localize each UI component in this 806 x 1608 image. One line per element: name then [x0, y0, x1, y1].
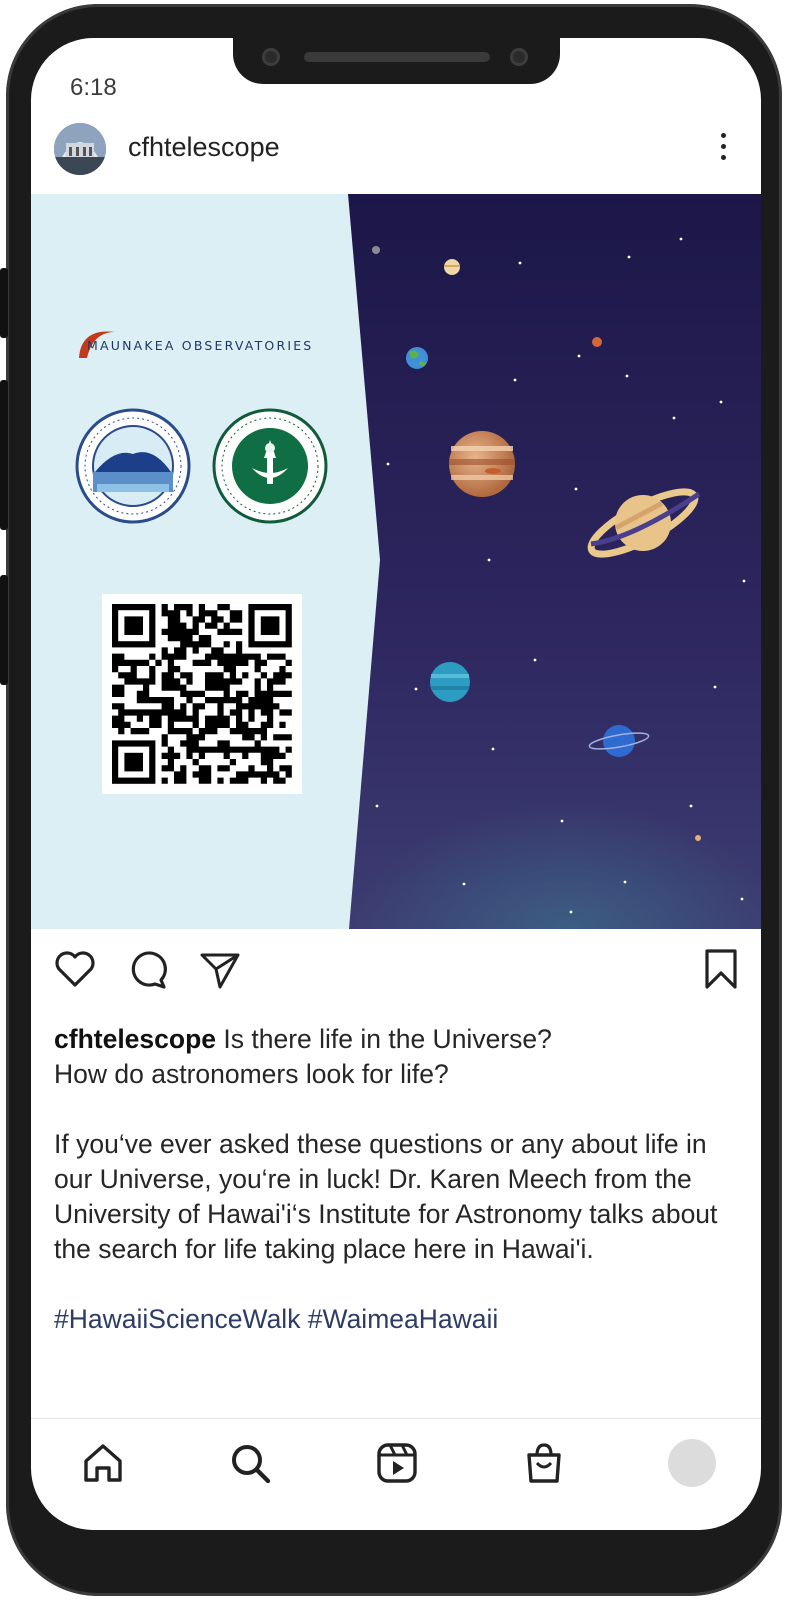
bottom-navigation	[31, 1418, 761, 1530]
notch	[233, 38, 560, 84]
post-caption: cfhtelescope Is there life in the Univer…	[54, 1022, 744, 1337]
shop-icon[interactable]	[522, 1441, 566, 1485]
send-icon[interactable]	[198, 947, 242, 991]
search-icon[interactable]	[228, 1441, 272, 1485]
status-time: 6:18	[70, 74, 117, 101]
post-actions	[31, 943, 761, 999]
bookmark-icon[interactable]	[701, 947, 741, 991]
volume-up-button	[0, 380, 8, 530]
qr-code-icon[interactable]	[102, 594, 302, 794]
heart-icon[interactable]	[53, 947, 97, 991]
caption-hashtags[interactable]: #HawaiiScienceWalk #WaimeaHawaii	[54, 1304, 498, 1334]
institute-for-astronomy-seal-icon	[75, 408, 191, 524]
caption-line-1: Is there life in the Universe?	[223, 1024, 552, 1054]
more-options-icon[interactable]	[713, 133, 733, 165]
speaker-grill	[304, 52, 490, 62]
side-button	[0, 268, 8, 338]
university-of-hawaii-seal-icon	[212, 408, 328, 524]
caption-paragraph: If you‘ve ever asked these questions or …	[54, 1129, 718, 1264]
post-header: cfhtelescope	[31, 120, 761, 180]
camera-icon	[262, 48, 280, 66]
account-avatar[interactable]	[54, 123, 106, 175]
comment-icon[interactable]	[126, 947, 170, 991]
screen: 6:18 cfhtelescope MAUNAKEA OBSERVATORIES…	[31, 38, 761, 1530]
maunakea-logo: MAUNAKEA OBSERVATORIES	[73, 322, 335, 368]
home-icon[interactable]	[81, 1441, 125, 1485]
profile-avatar[interactable]	[668, 1439, 716, 1487]
maunakea-text: MAUNAKEA OBSERVATORIES	[87, 338, 314, 353]
light-panel	[31, 194, 380, 929]
caption-author[interactable]: cfhtelescope	[54, 1024, 216, 1054]
volume-down-button	[0, 575, 8, 685]
account-username[interactable]: cfhtelescope	[128, 132, 280, 163]
caption-line-2: How do astronomers look for life?	[54, 1059, 449, 1089]
post-image[interactable]: MAUNAKEA OBSERVATORIES	[31, 194, 761, 929]
sensor-icon	[510, 48, 528, 66]
phone-frame: 6:18 cfhtelescope MAUNAKEA OBSERVATORIES…	[0, 0, 806, 1608]
reels-icon[interactable]	[375, 1441, 419, 1485]
